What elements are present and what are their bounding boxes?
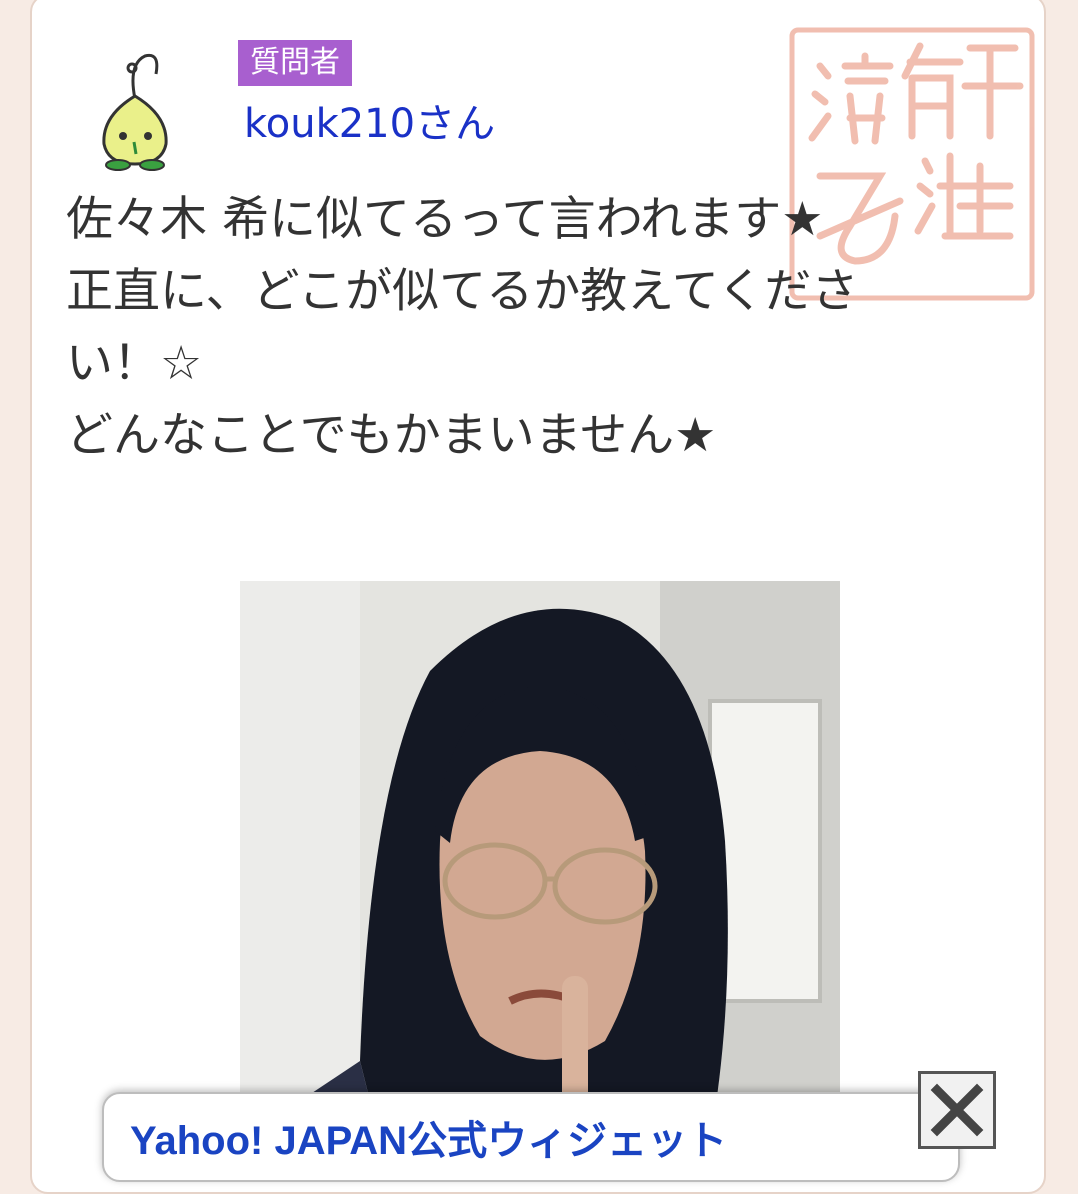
- widget-banner[interactable]: Yahoo! JAPAN公式ウィジェット: [102, 1092, 960, 1182]
- username-link[interactable]: kouk210さん: [244, 96, 495, 152]
- question-line: い！☆: [66, 336, 203, 391]
- question-card: 質問者 kouk210さん 佐々木 希に似てるって言われます★ 正直に、どこが似…: [30, 0, 1046, 1194]
- question-line: 正直に、どこが似てるか教えてくださ: [66, 264, 859, 319]
- attached-photo[interactable]: [240, 581, 840, 1141]
- sprout-mascot-icon[interactable]: [90, 44, 180, 174]
- close-icon[interactable]: [918, 1071, 996, 1149]
- question-line: 佐々木 希に似てるって言われます★: [66, 192, 824, 247]
- question-line: どんなことでもかまいません★: [66, 408, 717, 463]
- questioner-badge: 質問者: [238, 40, 352, 86]
- question-body: 佐々木 希に似てるって言われます★ 正直に、どこが似てるか教えてくださ い！☆ …: [66, 184, 1006, 472]
- widget-label[interactable]: Yahoo! JAPAN公式ウィジェット: [130, 1116, 727, 1166]
